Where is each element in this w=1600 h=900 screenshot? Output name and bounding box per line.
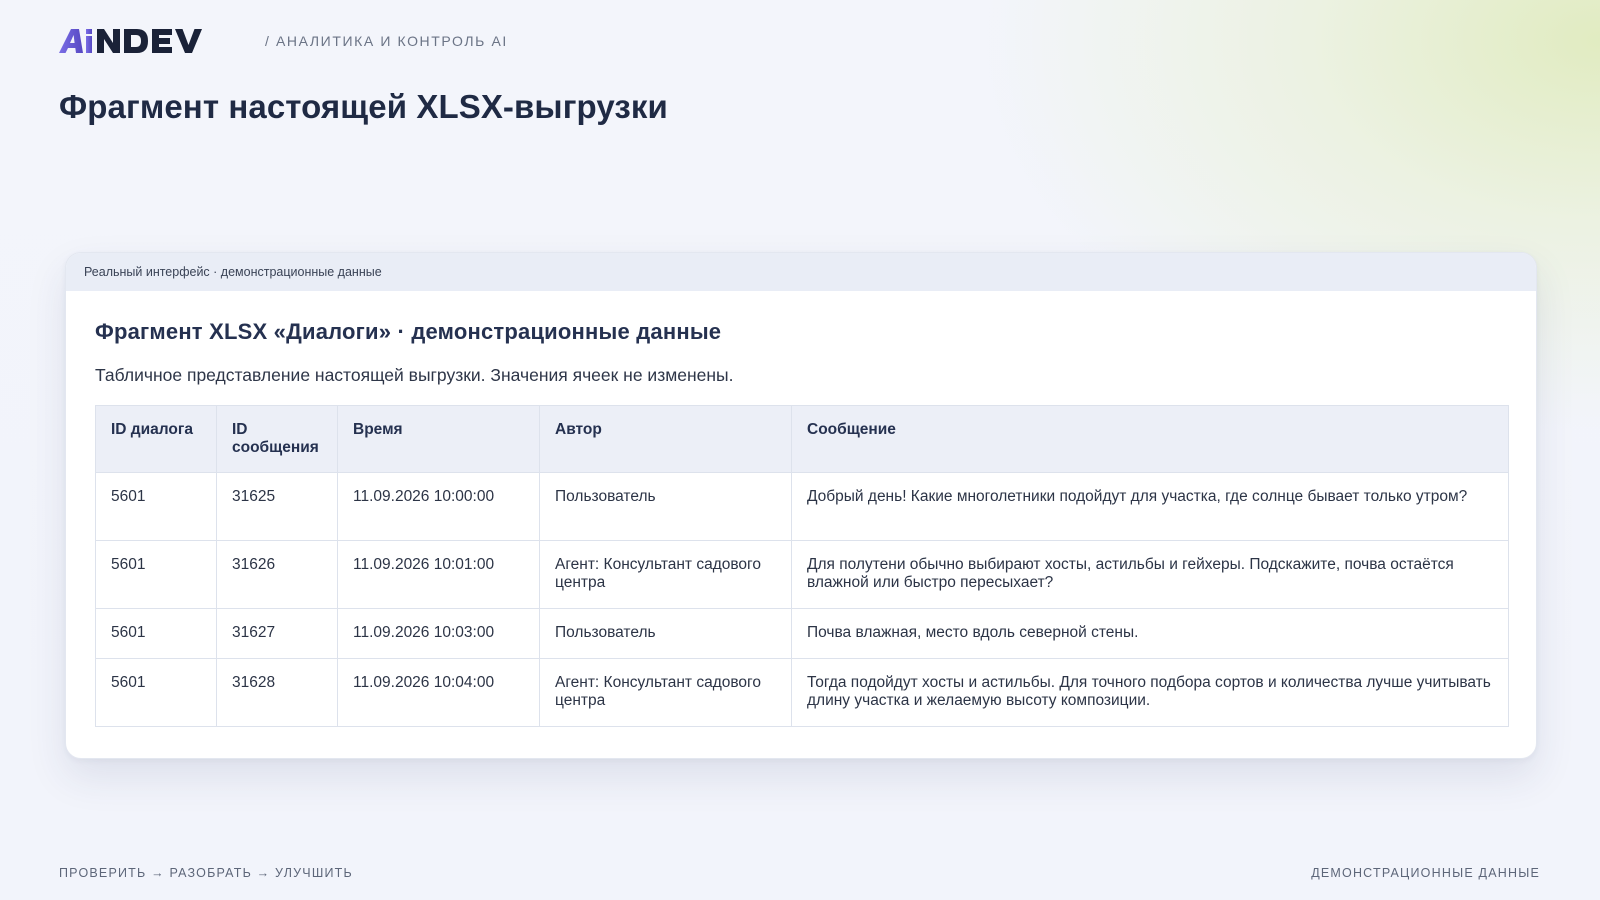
page-header: / АНАЛИТИКА И КОНТРОЛЬ AI bbox=[59, 26, 508, 56]
card-top-bar: Реальный интерфейс · демонстрационные да… bbox=[66, 253, 1536, 291]
column-header-author: Автор bbox=[539, 405, 792, 473]
cell-message-id: 31628 bbox=[216, 658, 338, 727]
cell-author: Агент: Консультант садового центра bbox=[539, 540, 792, 609]
cell-message-id: 31627 bbox=[216, 608, 338, 659]
cell-dialog-id: 5601 bbox=[95, 472, 217, 541]
column-header-message: Сообщение bbox=[791, 405, 1509, 473]
cell-dialog-id: 5601 bbox=[95, 608, 217, 659]
footer-demo-label: ДЕМОНСТРАЦИОННЫЕ ДАННЫЕ bbox=[1311, 866, 1540, 880]
cell-time: 11.09.2026 10:01:00 bbox=[337, 540, 540, 609]
table-row: 5601 31626 11.09.2026 10:01:00 Агент: Ко… bbox=[95, 540, 1509, 609]
aindev-logo-mark bbox=[59, 29, 202, 53]
column-header-message-id: ID сообщения bbox=[216, 405, 338, 473]
card-body: Фрагмент XLSX «Диалоги» · демонстрационн… bbox=[66, 291, 1536, 727]
cell-message: Для полутени обычно выбирают хосты, асти… bbox=[791, 540, 1509, 609]
dialogs-table: ID диалога ID сообщения Время Автор Сооб… bbox=[95, 405, 1509, 727]
table-row: 5601 31627 11.09.2026 10:03:00 Пользоват… bbox=[95, 608, 1509, 659]
cell-dialog-id: 5601 bbox=[95, 540, 217, 609]
cell-message: Тогда подойдут хосты и астильбы. Для точ… bbox=[791, 658, 1509, 727]
card-description: Табличное представление настоящей выгруз… bbox=[95, 365, 734, 385]
cell-author: Агент: Консультант садового центра bbox=[539, 658, 792, 727]
column-header-time: Время bbox=[337, 405, 540, 473]
table-header-row: ID диалога ID сообщения Время Автор Сооб… bbox=[95, 405, 1509, 473]
cell-dialog-id: 5601 bbox=[95, 658, 217, 727]
page-title: Фрагмент настоящей XLSX-выгрузки bbox=[59, 88, 668, 125]
cell-message-id: 31626 bbox=[216, 540, 338, 609]
cell-author: Пользователь bbox=[539, 472, 792, 541]
aindev-logo bbox=[59, 27, 237, 55]
xlsx-preview-card: Реальный интерфейс · демонстрационные да… bbox=[65, 252, 1537, 759]
header-subtitle: / АНАЛИТИКА И КОНТРОЛЬ AI bbox=[265, 33, 508, 49]
cell-message: Почва влажная, место вдоль северной стен… bbox=[791, 608, 1509, 659]
cell-time: 11.09.2026 10:03:00 bbox=[337, 608, 540, 659]
card-title: Фрагмент XLSX «Диалоги» · демонстрационн… bbox=[95, 319, 722, 344]
cell-time: 11.09.2026 10:00:00 bbox=[337, 472, 540, 541]
cell-message: Добрый день! Какие многолетники подойдут… bbox=[791, 472, 1509, 541]
cell-time: 11.09.2026 10:04:00 bbox=[337, 658, 540, 727]
footer-workflow-label: ПРОВЕРИТЬ → РАЗОБРАТЬ → УЛУЧШИТЬ bbox=[59, 866, 353, 880]
card-bar-label: Реальный интерфейс · демонстрационные да… bbox=[84, 265, 382, 279]
table-row: 5601 31625 11.09.2026 10:00:00 Пользоват… bbox=[95, 472, 1509, 541]
table-row: 5601 31628 11.09.2026 10:04:00 Агент: Ко… bbox=[95, 658, 1509, 727]
cell-message-id: 31625 bbox=[216, 472, 338, 541]
cell-author: Пользователь bbox=[539, 608, 792, 659]
column-header-dialog-id: ID диалога bbox=[95, 405, 217, 473]
